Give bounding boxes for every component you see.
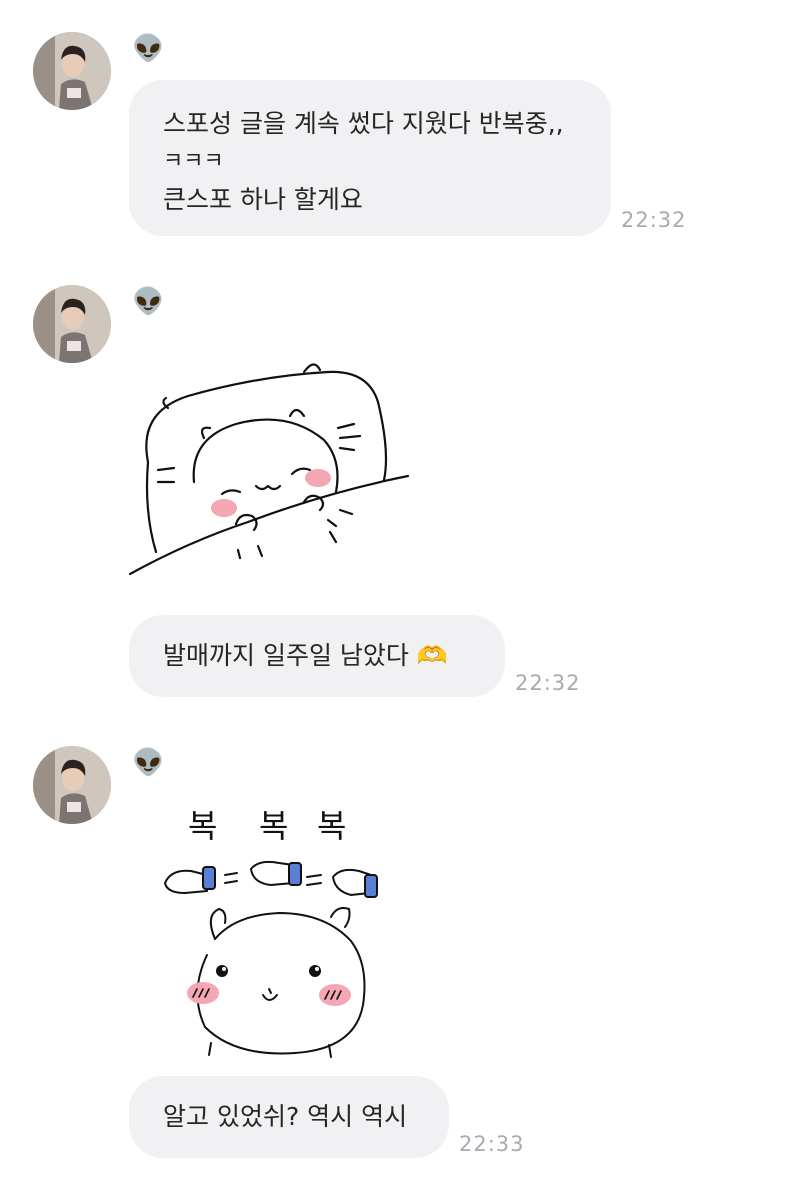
message-bubble[interactable]: 스포성 글을 계속 썼다 지웠다 반복중,, ㅋㅋㅋ 큰스포 하나 할게요 <box>129 80 611 236</box>
message-text-line: 큰스포 하나 할게요 <box>163 185 363 214</box>
sticker-text: 복 <box>317 807 346 845</box>
sticker-text: 복 <box>259 807 288 845</box>
sticker-text: 복 <box>188 807 217 845</box>
message-timestamp: 22:32 <box>515 671 581 695</box>
message-bubble[interactable]: 발매까지 일주일 남았다 🫶 <box>129 615 505 697</box>
sleeping-hamster-sticker[interactable] <box>128 352 418 582</box>
message-text-line: 스포성 글을 계속 썼다 지웠다 반복중,, <box>163 109 564 138</box>
alien-icon: 👽 <box>132 34 165 64</box>
avatar[interactable] <box>33 746 111 824</box>
pat-pat-hamster-sticker[interactable]: 복 복 복 <box>155 795 395 1060</box>
message-bubble[interactable]: 알고 있었쉬? 역시 역시 <box>129 1076 449 1158</box>
avatar[interactable] <box>33 285 111 363</box>
alien-icon: 👽 <box>132 287 165 317</box>
message-text-line: ㅋㅋㅋ <box>163 149 224 174</box>
message-timestamp: 22:32 <box>621 208 687 232</box>
message-timestamp: 22:33 <box>459 1132 525 1156</box>
message-text: 발매까지 일주일 남았다 🫶 <box>163 641 448 670</box>
alien-icon: 👽 <box>132 748 165 778</box>
avatar[interactable] <box>33 32 111 110</box>
message-text: 알고 있었쉬? 역시 역시 <box>163 1102 408 1131</box>
